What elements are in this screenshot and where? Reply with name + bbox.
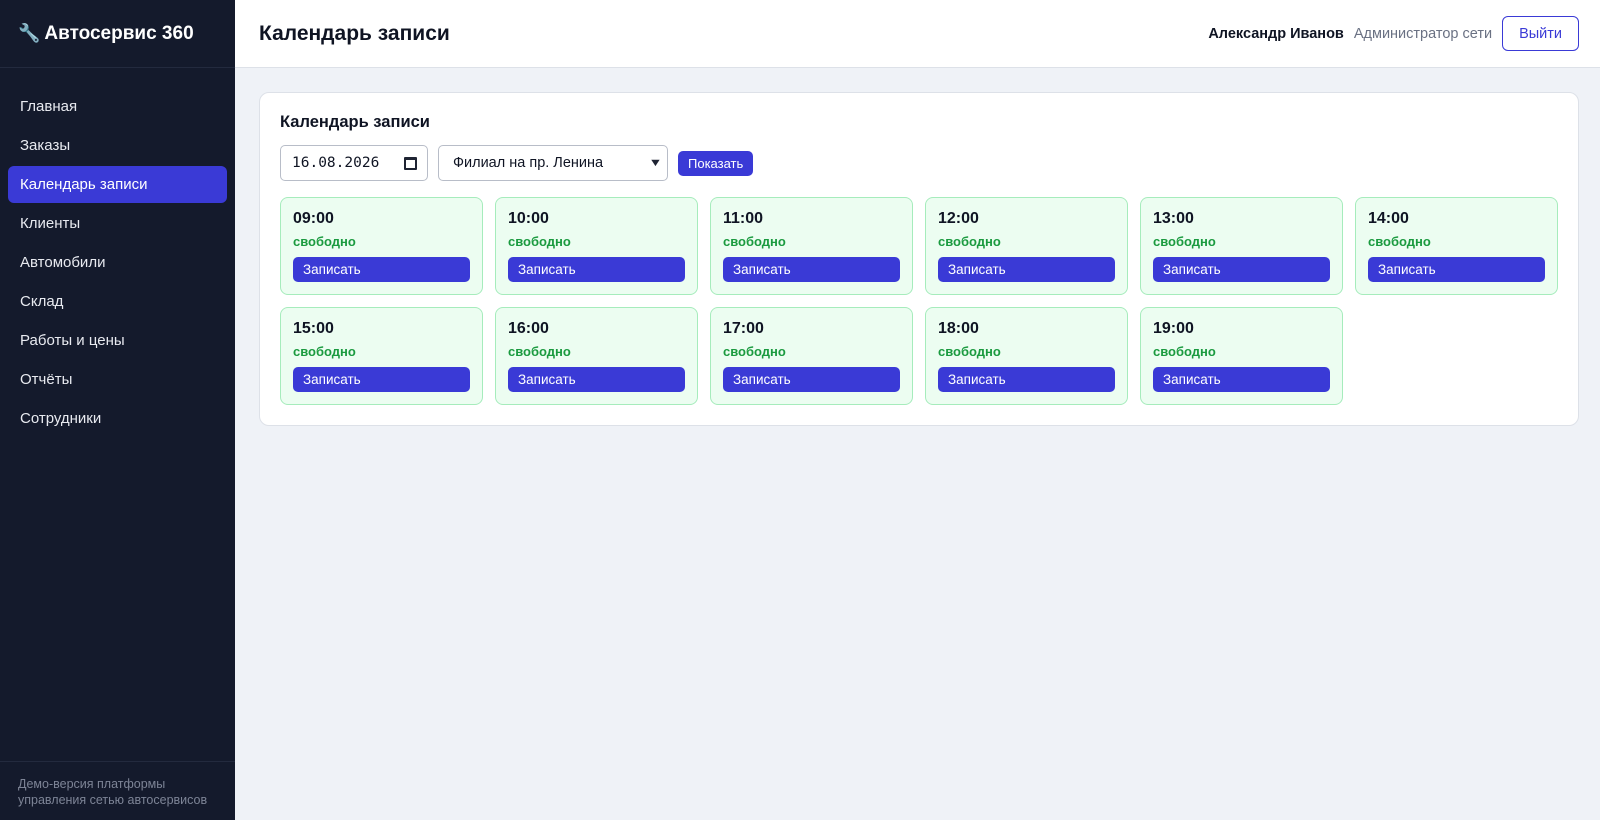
time-slot: 11:00 свободно Записать xyxy=(710,197,913,295)
slot-time: 12:00 xyxy=(938,210,979,227)
slot-status: свободно xyxy=(723,344,786,359)
sidebar-item-warehouse[interactable]: Склад xyxy=(8,283,227,320)
date-value: 16.08.2026 xyxy=(292,155,380,171)
calendar-card: Календарь записи 16.08.2026 Филиал на пр… xyxy=(259,92,1579,426)
user-role: Администратор сети xyxy=(1353,25,1493,42)
user-box: Александр Иванов Администратор сети Выйт… xyxy=(1208,16,1579,51)
sidebar-item-reports[interactable]: Отчёты xyxy=(8,361,227,398)
time-slot: 12:00 свободно Записать xyxy=(925,197,1128,295)
calendar-filters: 16.08.2026 Филиал на пр. Ленина ▼ Показа… xyxy=(280,145,1558,181)
book-button[interactable]: Записать xyxy=(1153,367,1330,392)
logout-button[interactable]: Выйти xyxy=(1502,16,1579,51)
slot-status: свободно xyxy=(508,344,571,359)
slot-status: свободно xyxy=(1153,344,1216,359)
book-button[interactable]: Записать xyxy=(723,257,900,282)
slot-time: 09:00 xyxy=(293,210,334,227)
branch-selected-value: Филиал на пр. Ленина xyxy=(453,155,604,171)
branch-select[interactable]: Филиал на пр. Ленина ▼ xyxy=(438,145,668,181)
time-slot: 16:00 свободно Записать xyxy=(495,307,698,405)
time-slot: 13:00 свободно Записать xyxy=(1140,197,1343,295)
sidebar-item-services-prices[interactable]: Работы и цены xyxy=(8,322,227,359)
slot-status: свободно xyxy=(293,234,356,249)
user-name: Александр Иванов xyxy=(1208,25,1344,42)
show-button[interactable]: Показать xyxy=(678,150,754,176)
slot-time: 13:00 xyxy=(1153,210,1194,227)
book-button[interactable]: Записать xyxy=(723,367,900,392)
time-slot: 18:00 свободно Записать xyxy=(925,307,1128,405)
book-button[interactable]: Записать xyxy=(293,257,470,282)
time-slot: 19:00 свободно Записать xyxy=(1140,307,1343,405)
brand-name: Автосервис 360 xyxy=(44,22,194,44)
slot-time: 16:00 xyxy=(508,320,549,337)
book-button[interactable]: Записать xyxy=(293,367,470,392)
book-button[interactable]: Записать xyxy=(508,367,685,392)
time-slots-grid: 09:00 свободно Записать 10:00 свободно З… xyxy=(280,197,1558,405)
slot-time: 15:00 xyxy=(293,320,334,337)
time-slot: 15:00 свободно Записать xyxy=(280,307,483,405)
slot-time: 11:00 xyxy=(723,210,764,227)
time-slot: 10:00 свободно Записать xyxy=(495,197,698,295)
sidebar-item-orders[interactable]: Заказы xyxy=(8,127,227,164)
slot-time: 14:00 xyxy=(1368,210,1409,227)
time-slot: 17:00 свободно Записать xyxy=(710,307,913,405)
slot-status: свободно xyxy=(1368,234,1431,249)
topbar: Календарь записи Александр Иванов Админи… xyxy=(235,0,1600,68)
wrench-icon: 🔧 xyxy=(18,23,41,43)
book-button[interactable]: Записать xyxy=(938,367,1115,392)
calendar-icon[interactable] xyxy=(404,156,417,170)
sidebar-item-clients[interactable]: Клиенты xyxy=(8,205,227,242)
sidebar-footer: Демо-версия платформы управления сетью а… xyxy=(0,761,235,820)
time-slot: 09:00 свободно Записать xyxy=(280,197,483,295)
page-title: Календарь записи xyxy=(259,21,450,45)
sidebar-item-cars[interactable]: Автомобили xyxy=(8,244,227,281)
book-button[interactable]: Записать xyxy=(1368,257,1545,282)
sidebar-item-calendar[interactable]: Календарь записи xyxy=(8,166,227,203)
slot-time: 17:00 xyxy=(723,320,764,337)
slot-status: свободно xyxy=(1153,234,1216,249)
sidebar-nav: Главная Заказы Календарь записи Клиенты … xyxy=(0,68,235,761)
main-area: Календарь записи Александр Иванов Админи… xyxy=(235,0,1600,820)
slot-status: свободно xyxy=(938,234,1001,249)
slot-status: свободно xyxy=(938,344,1001,359)
sidebar-item-staff[interactable]: Сотрудники xyxy=(8,400,227,437)
slot-time: 10:00 xyxy=(508,210,549,227)
time-slot: 14:00 свободно Записать xyxy=(1355,197,1558,295)
book-button[interactable]: Записать xyxy=(1153,257,1330,282)
content: Календарь записи 16.08.2026 Филиал на пр… xyxy=(235,68,1600,426)
sidebar: 🔧 Автосервис 360 Главная Заказы Календар… xyxy=(0,0,235,820)
sidebar-item-home[interactable]: Главная xyxy=(8,88,227,125)
card-title: Календарь записи xyxy=(280,113,430,131)
slot-status: свободно xyxy=(293,344,356,359)
slot-time: 19:00 xyxy=(1153,320,1194,337)
slot-status: свободно xyxy=(723,234,786,249)
book-button[interactable]: Записать xyxy=(938,257,1115,282)
chevron-down-icon: ▼ xyxy=(648,157,663,169)
date-input[interactable]: 16.08.2026 xyxy=(280,145,428,181)
slot-time: 18:00 xyxy=(938,320,979,337)
book-button[interactable]: Записать xyxy=(508,257,685,282)
brand[interactable]: 🔧 Автосервис 360 xyxy=(0,0,235,68)
slot-status: свободно xyxy=(508,234,571,249)
